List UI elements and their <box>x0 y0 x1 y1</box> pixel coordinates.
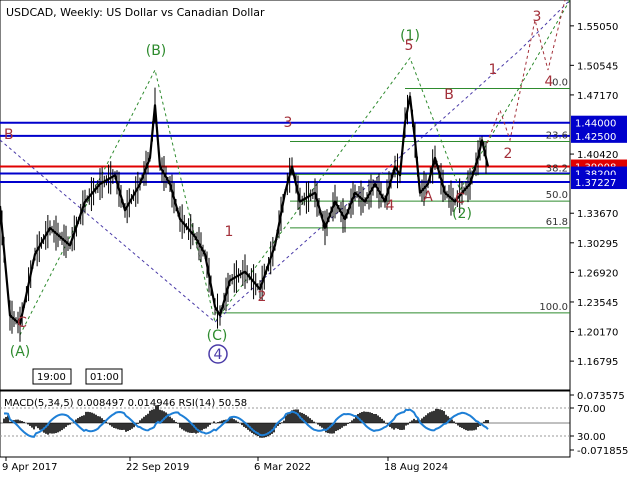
wave-label-red: 2 <box>258 289 267 305</box>
y-tick-label: 1.16795 <box>577 357 618 368</box>
x-tick-label: 22 Sep 2019 <box>126 462 189 473</box>
wave-label-red: 3 <box>533 9 542 25</box>
ind-tick-label: -0.071855 <box>577 446 628 457</box>
time-marker-2[interactable]: 01:00 <box>85 368 123 385</box>
fib-label: 23.6 <box>546 131 568 142</box>
indicator-label: MACD(5,34,5) 0.008497 0.014946 RSI(14) 5… <box>4 398 247 409</box>
chart: USDCAD, Weekly: US Dollar vs Canadian Do… <box>0 0 628 473</box>
wave-label-red: C <box>455 191 465 207</box>
x-tick-label: 9 Apr 2017 <box>2 462 57 473</box>
y-tick-label: 1.40420 <box>577 150 618 161</box>
wave-label-red: 3 <box>284 115 293 131</box>
wave-label-red: A <box>423 189 433 205</box>
y-tick-label: 1.23545 <box>577 298 618 309</box>
wave-label-red: B <box>4 127 14 143</box>
time-marker-label: 01:00 <box>90 372 119 383</box>
time-marker-1[interactable]: 19:00 <box>32 368 72 385</box>
fib-label: 61.8 <box>546 217 568 228</box>
y-tick-label: 1.26920 <box>577 268 618 279</box>
chart-title: USDCAD, Weekly: US Dollar vs Canadian Do… <box>6 6 265 19</box>
wave-label-red: 1 <box>225 224 234 240</box>
y-tick-label: 1.20170 <box>577 328 618 339</box>
y-tick-label: 1.47170 <box>577 91 618 102</box>
fib-label: 0.0 <box>552 78 568 89</box>
y-tick-label: 1.30295 <box>577 239 618 250</box>
fib-label: 38.2 <box>546 163 568 174</box>
circled-label: 4 <box>214 347 223 363</box>
wave-label-red: 4 <box>386 198 395 214</box>
fib-label: 100.0 <box>539 302 568 313</box>
y-tick-label: 1.33670 <box>577 209 618 220</box>
wave-label-red: B <box>444 87 454 103</box>
wave-label-green: (B) <box>146 43 167 59</box>
wave-label-green: (A) <box>10 344 31 360</box>
x-tick-label: 18 Aug 2024 <box>384 462 448 473</box>
wave-label-red: 1 <box>489 62 498 78</box>
wave-label-red: 5 <box>405 38 414 54</box>
level-label: 1.42500 <box>575 132 616 143</box>
y-tick-label: 1.55050 <box>577 22 618 33</box>
wave-label-red: 2 <box>504 146 513 162</box>
level-label: 1.37227 <box>575 178 616 189</box>
ind-tick-label: 0.073575 <box>577 391 625 402</box>
wave-label-red: C <box>17 315 27 331</box>
wave-label-red: 4 <box>545 74 554 90</box>
y-tick-label: 1.50545 <box>577 61 618 72</box>
ind-tick-label: 30.00 <box>577 432 606 443</box>
ind-tick-label: 70.00 <box>577 404 606 415</box>
level-label: 1.44000 <box>575 119 616 130</box>
wave-label-green: (2) <box>452 206 472 222</box>
wave-label-green: (C) <box>207 328 228 344</box>
time-marker-label: 19:00 <box>37 372 66 383</box>
fib-label: 50.0 <box>546 190 568 201</box>
x-tick-label: 6 Mar 2022 <box>254 462 311 473</box>
x-axis: 9 Apr 2017 22 Sep 2019 6 Mar 2022 18 Aug 20… <box>2 457 448 473</box>
